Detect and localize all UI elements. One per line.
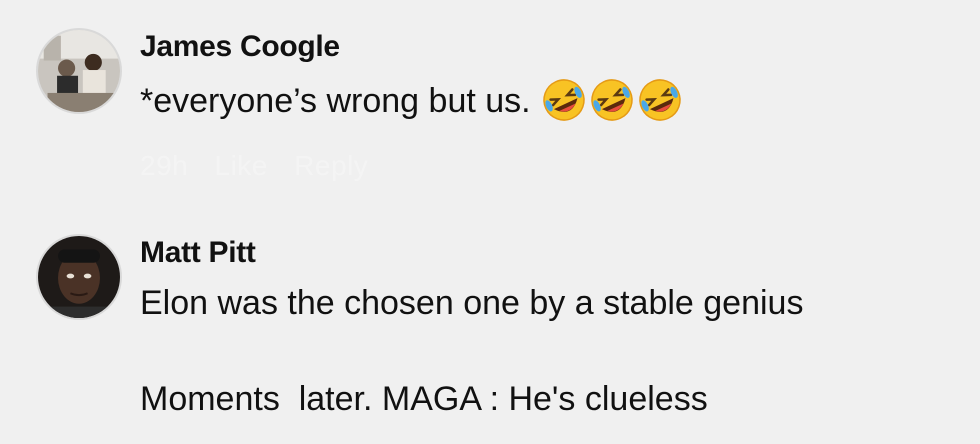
comment-text: *everyone’s wrong but us. bbox=[140, 77, 683, 126]
comment-line-1: Elon was the chosen one by a stable geni… bbox=[140, 284, 804, 322]
rolling-on-floor-laughing-icon bbox=[590, 79, 633, 121]
comment-actions: 29h Like Reply bbox=[140, 150, 386, 182]
comment-time: 29h bbox=[140, 150, 189, 181]
comment-matt-pitt: Matt Pitt Elon was the chosen one by a s… bbox=[0, 200, 980, 444]
comment-james-coogle: James Coogle *everyone’s wrong but us. 2… bbox=[0, 0, 980, 200]
like-link[interactable]: Like bbox=[215, 150, 268, 181]
comment-line-2: Moments later. MAGA : He's clueless bbox=[140, 380, 708, 418]
avatar-photo-icon bbox=[38, 236, 120, 318]
rolling-on-floor-laughing-icon bbox=[542, 79, 585, 121]
reply-link[interactable]: Reply bbox=[294, 150, 368, 181]
emoji-group bbox=[541, 77, 683, 123]
comment-author[interactable]: James Coogle bbox=[140, 30, 340, 64]
comment-body: *everyone’s wrong but us. bbox=[140, 81, 531, 120]
avatar-photo-icon bbox=[38, 30, 120, 112]
avatar[interactable] bbox=[36, 234, 122, 320]
comment-author[interactable]: Matt Pitt bbox=[140, 236, 256, 270]
avatar[interactable] bbox=[36, 28, 122, 114]
rolling-on-floor-laughing-icon bbox=[638, 79, 681, 121]
